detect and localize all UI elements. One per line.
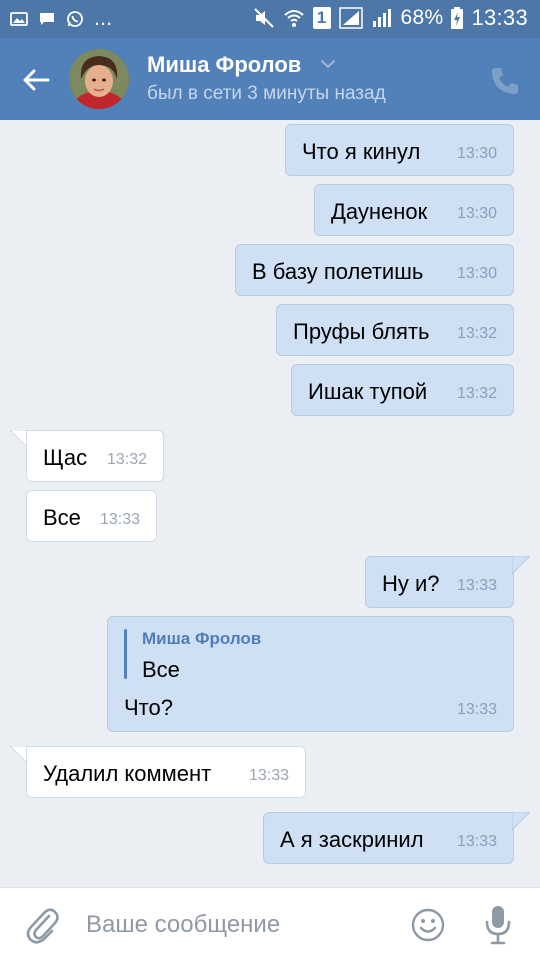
- message-text: Что?: [124, 695, 173, 720]
- contact-name[interactable]: Миша Фролов: [147, 52, 301, 78]
- image-icon: [10, 12, 28, 26]
- chevron-down-icon[interactable]: [318, 54, 338, 74]
- signal-icon: [338, 7, 363, 29]
- message-bubble[interactable]: А я заскринил 13:33: [263, 812, 514, 864]
- message-text: Ишак тупой: [308, 379, 428, 404]
- emoji-icon[interactable]: [411, 908, 445, 942]
- notification-icons: ...: [10, 7, 112, 31]
- message-icon: [40, 13, 54, 25]
- mute-icon: [253, 8, 274, 28]
- phone-icon[interactable]: [488, 64, 522, 98]
- message-bubble[interactable]: Удалил коммент 13:33: [26, 746, 306, 798]
- whatsapp-icon: [67, 11, 83, 27]
- avatar[interactable]: [69, 49, 129, 109]
- message-bubble[interactable]: Щас 13:32: [26, 430, 164, 482]
- bubble-tail: [512, 812, 530, 830]
- message-text: Ну и?: [382, 571, 440, 596]
- clock: 13:33: [471, 5, 528, 30]
- message-bubble[interactable]: Все 13:33: [26, 490, 157, 542]
- message-text: Дауненок: [331, 199, 428, 224]
- system-indicators: 1 68% 13:33: [253, 5, 529, 31]
- reply-text: Все: [142, 657, 180, 682]
- message-text: В базу полетишь: [252, 259, 424, 284]
- message-input[interactable]: [86, 908, 386, 942]
- message-time: 13:32: [456, 385, 497, 402]
- back-arrow-icon[interactable]: [14, 58, 58, 102]
- message-time: 13:33: [248, 767, 289, 784]
- mic-icon[interactable]: [484, 904, 512, 946]
- message-time: 13:30: [456, 265, 497, 282]
- contact-status: был в сети 3 минуты назад: [147, 83, 386, 104]
- message-text: Что я кинул: [302, 139, 421, 164]
- message-bubble[interactable]: Дауненок 13:30: [314, 184, 514, 236]
- battery-icon: [451, 7, 464, 29]
- message-bubble[interactable]: Ну и? 13:33: [365, 556, 514, 608]
- message-time: 13:32: [106, 451, 147, 468]
- message-time: 13:33: [456, 833, 497, 850]
- attach-icon[interactable]: [24, 906, 60, 946]
- message-text: Щас: [43, 445, 88, 470]
- reply-message-bubble[interactable]: Миша Фролов Все Что? 13:33: [107, 616, 514, 732]
- message-text: А я заскринил: [280, 827, 424, 852]
- message-bubble[interactable]: Пруфы блять 13:32: [276, 304, 514, 356]
- battery-percent: 68%: [400, 6, 444, 29]
- wifi-icon: [283, 10, 304, 27]
- sim-badge: 1: [312, 7, 331, 29]
- signal-icon: [372, 9, 391, 27]
- message-bubble[interactable]: Ишак тупой 13:32: [291, 364, 514, 416]
- bubble-tail: [512, 556, 530, 574]
- message-text: Пруфы блять: [293, 319, 430, 344]
- message-time: 13:30: [456, 145, 497, 162]
- status-bar: ... 1 68% 13:33: [0, 0, 540, 38]
- message-time: 13:33: [99, 511, 140, 528]
- reply-quote-bar: [124, 629, 127, 679]
- more-notifications: ...: [94, 7, 113, 30]
- message-bubble[interactable]: Что я кинул 13:30: [285, 124, 514, 176]
- message-time: 13:33: [456, 577, 497, 594]
- avatar-photo: [69, 49, 129, 109]
- composer: [0, 887, 540, 961]
- message-text: Удалил коммент: [43, 761, 212, 786]
- reply-author: Миша Фролов: [142, 629, 262, 648]
- chat-header: Миша Фролов был в сети 3 минуты назад: [0, 38, 540, 120]
- message-text: Все: [43, 505, 81, 530]
- message-time: 13:30: [456, 205, 497, 222]
- message-bubble[interactable]: В базу полетишь 13:30: [235, 244, 514, 296]
- message-time: 13:33: [456, 701, 497, 718]
- message-time: 13:32: [456, 325, 497, 342]
